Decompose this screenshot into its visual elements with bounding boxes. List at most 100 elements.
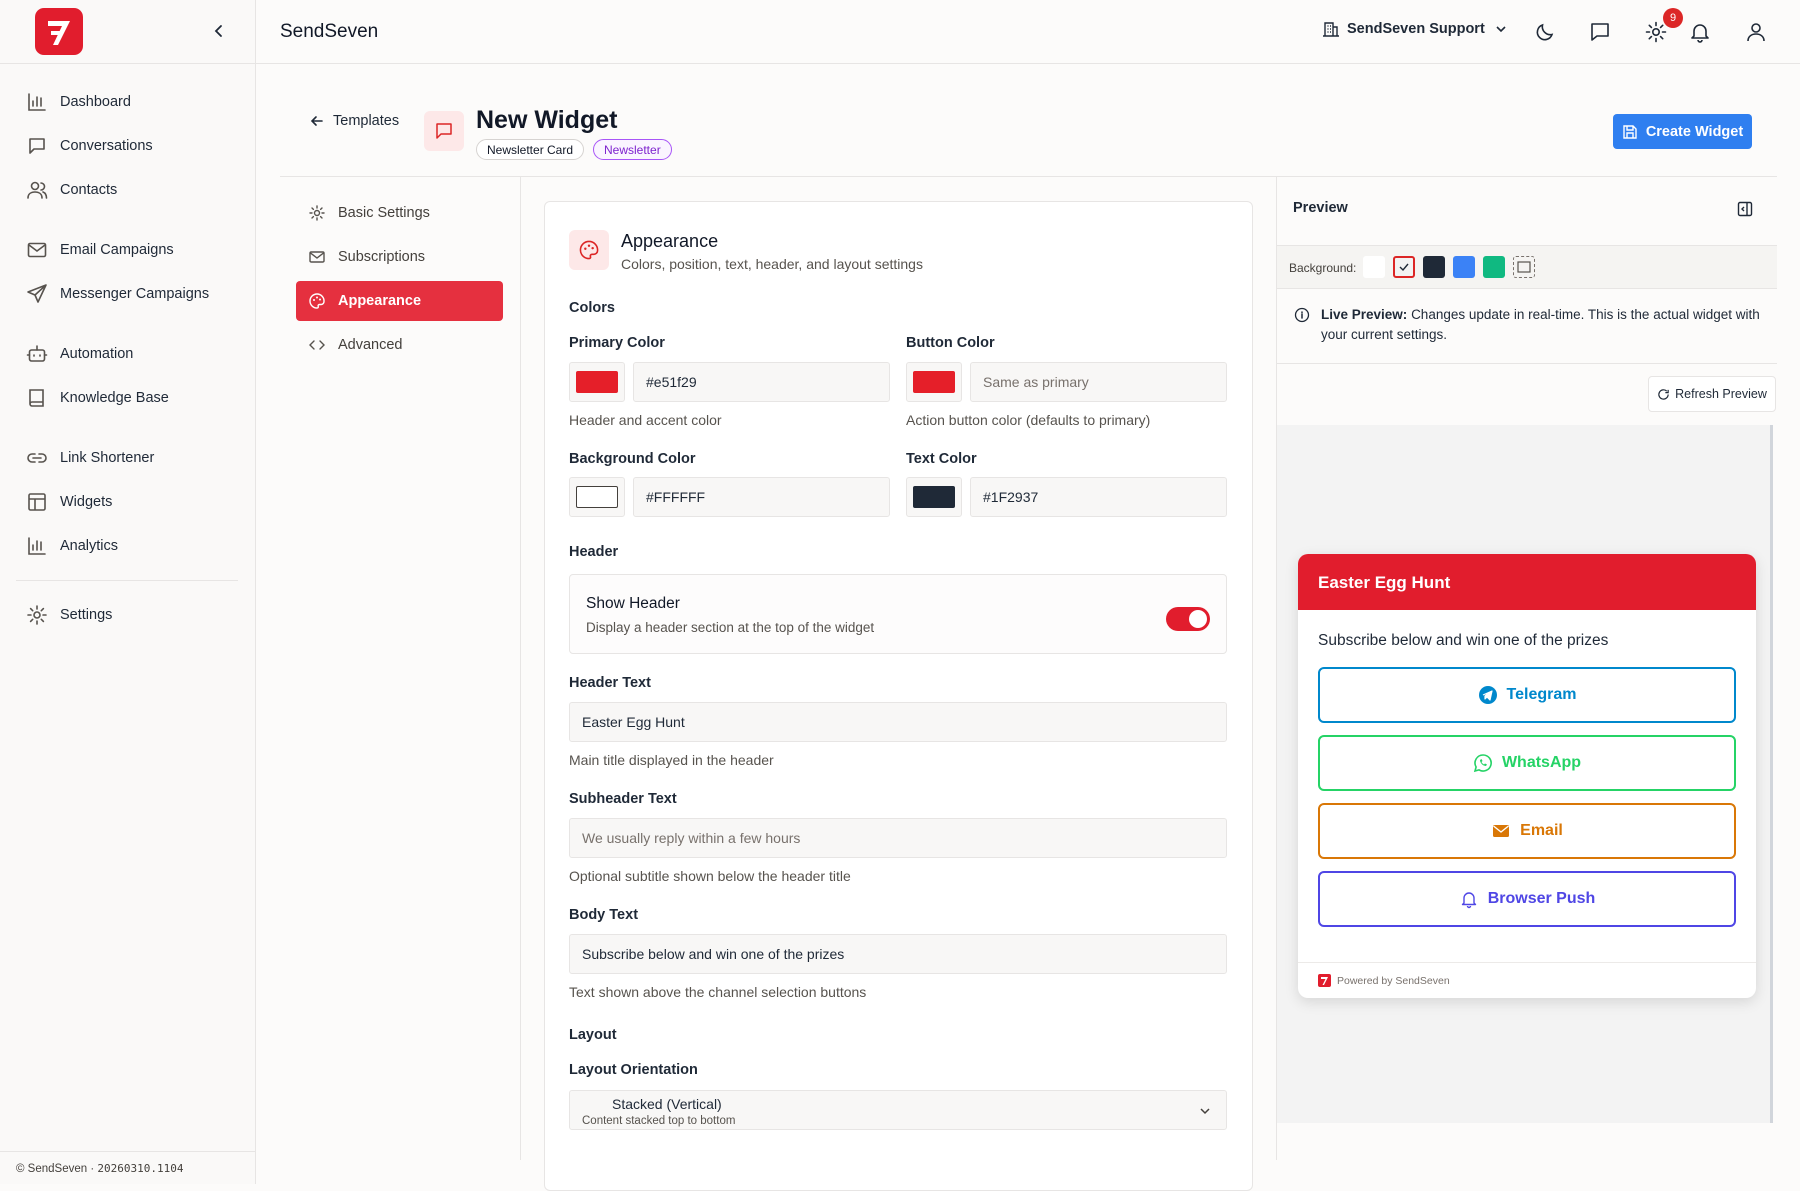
users-icon <box>27 181 48 199</box>
bg-light-swatch[interactable] <box>1393 256 1415 278</box>
section-subtitle: Colors, position, text, header, and layo… <box>621 256 923 272</box>
show-header-toggle[interactable] <box>1166 607 1210 631</box>
orientation-desc: Content stacked top to bottom <box>582 1115 736 1127</box>
back-to-templates-link[interactable]: Templates <box>309 113 399 129</box>
tab-label: Advanced <box>338 337 403 353</box>
save-icon <box>1623 124 1637 139</box>
chat-icon[interactable] <box>1588 20 1612 44</box>
create-widget-button[interactable]: Create Widget <box>1613 114 1752 149</box>
widget-footer: Powered by SendSeven <box>1298 962 1756 998</box>
show-header-desc: Display a header section at the top of t… <box>586 620 875 635</box>
sidebar-item-messenger-campaigns[interactable]: Messenger Campaigns <box>26 274 236 314</box>
bg-green-swatch[interactable] <box>1483 256 1505 278</box>
sidebar-item-link-shortener[interactable]: Link Shortener <box>26 438 236 478</box>
chevron-left-icon[interactable] <box>209 21 229 41</box>
subheader-text-label: Subheader Text <box>569 791 677 807</box>
sidebar-footer: © SendSeven · 20260310.1104 <box>0 1151 256 1184</box>
layout-icon <box>28 493 46 511</box>
panel-collapse-icon[interactable] <box>1737 201 1753 217</box>
sidebar-item-analytics[interactable]: Analytics <box>26 526 236 566</box>
sidebar-item-label: Automation <box>60 346 134 362</box>
layout-orientation-label: Layout Orientation <box>569 1062 698 1078</box>
moon-icon[interactable] <box>1533 20 1557 44</box>
tab-appearance[interactable]: Appearance <box>296 281 503 321</box>
whatsapp-button[interactable]: WhatsApp <box>1318 735 1736 791</box>
account-switcher[interactable]: SendSeven Support <box>1322 20 1508 38</box>
sidebar-item-widgets[interactable]: Widgets <box>26 482 236 522</box>
subheader-text-help: Optional subtitle shown below the header… <box>569 868 851 884</box>
bot-icon <box>26 345 48 362</box>
page-title: New Widget <box>476 106 618 134</box>
text-color-input[interactable]: #1F2937 <box>970 477 1227 517</box>
sidebar-item-label: Conversations <box>60 138 153 154</box>
sidebar-item-contacts[interactable]: Contacts <box>26 170 236 210</box>
sidebar-item-knowledge-base[interactable]: Knowledge Base <box>26 378 236 418</box>
body-text-label: Body Text <box>569 907 639 923</box>
code-icon <box>309 340 325 350</box>
info-icon <box>1294 307 1310 323</box>
sidebar-item-settings[interactable]: Settings <box>26 595 236 635</box>
back-label: Templates <box>333 113 400 129</box>
sidebar-item-label: Analytics <box>60 538 119 554</box>
refresh-label: Refresh Preview <box>1675 387 1767 401</box>
bell-icon[interactable] <box>1688 20 1712 44</box>
sidebar-item-label: Contacts <box>60 182 118 198</box>
sidebar-item-conversations[interactable]: Conversations <box>26 126 236 166</box>
sidebar-item-label: Knowledge Base <box>60 390 169 406</box>
bg-dark-swatch[interactable] <box>1423 256 1445 278</box>
refresh-preview-button[interactable]: Refresh Preview <box>1648 376 1776 412</box>
sendseven-logo-icon <box>1318 974 1331 987</box>
telegram-icon <box>1478 686 1497 704</box>
user-icon[interactable] <box>1744 20 1768 44</box>
subheader-text-input[interactable]: We usually reply within a few hours <box>569 818 1227 858</box>
arrow-left-icon <box>310 116 323 126</box>
book-icon <box>29 389 44 407</box>
chevron-down-icon <box>1200 1108 1210 1115</box>
layout-orientation-select[interactable]: Stacked (Vertical) Content stacked top t… <box>569 1090 1227 1130</box>
button-color-swatch[interactable] <box>906 362 962 402</box>
notification-badge: 9 <box>1663 8 1683 28</box>
palette-icon <box>309 293 325 309</box>
create-widget-label: Create Widget <box>1645 123 1744 140</box>
button-color-help: Action button color (defaults to primary… <box>906 412 1151 428</box>
live-preview-info: Live Preview: Changes update in real-tim… <box>1277 292 1777 364</box>
tab-label: Basic Settings <box>338 205 430 221</box>
bg-white-swatch[interactable] <box>1363 256 1385 278</box>
show-header-label: Show Header <box>586 595 680 612</box>
section-title: Appearance <box>621 231 719 251</box>
app-title: SendSeven <box>280 21 379 42</box>
telegram-button[interactable]: Telegram <box>1318 667 1736 723</box>
text-color-swatch[interactable] <box>906 477 962 517</box>
bg-blue-swatch[interactable] <box>1453 256 1475 278</box>
sendseven-logo[interactable] <box>35 8 83 55</box>
button-color-input[interactable]: Same as primary <box>970 362 1227 402</box>
bg-transparent-swatch[interactable] <box>1513 256 1535 278</box>
sidebar-item-dashboard[interactable]: Dashboard <box>26 82 236 122</box>
widget-body-text: Subscribe below and win one of the prize… <box>1318 632 1609 649</box>
background-label: Background: <box>1289 261 1357 275</box>
primary-color-swatch[interactable] <box>569 362 625 402</box>
email-button[interactable]: Email <box>1318 803 1736 859</box>
chat-icon <box>424 111 464 151</box>
layout-heading: Layout <box>569 1027 617 1043</box>
tab-basic-settings[interactable]: Basic Settings <box>296 193 503 233</box>
background-color-swatch[interactable] <box>569 477 625 517</box>
account-name: SendSeven Support <box>1347 21 1485 37</box>
copyright-text: © SendSeven <box>16 1163 88 1175</box>
background-color-input[interactable]: #FFFFFF <box>633 477 890 517</box>
tab-advanced[interactable]: Advanced <box>296 325 503 365</box>
chevron-down-icon <box>1496 26 1506 33</box>
version-text: 20260310.1104 <box>97 1162 184 1175</box>
gear-icon <box>27 605 47 625</box>
body-text-input[interactable]: Subscribe below and win one of the prize… <box>569 934 1227 974</box>
browser-push-button[interactable]: Browser Push <box>1318 871 1736 927</box>
primary-color-input[interactable]: #e51f29 <box>633 362 890 402</box>
text-color-label: Text Color <box>906 451 977 467</box>
header-text-input[interactable]: Easter Egg Hunt <box>569 702 1227 742</box>
background-color-label: Background Color <box>569 451 696 467</box>
send-icon <box>27 284 47 303</box>
tab-subscriptions[interactable]: Subscriptions <box>296 237 503 277</box>
sidebar-item-automation[interactable]: Automation <box>26 334 236 374</box>
header-heading: Header <box>569 544 619 560</box>
sidebar-item-email-campaigns[interactable]: Email Campaigns <box>26 230 236 270</box>
